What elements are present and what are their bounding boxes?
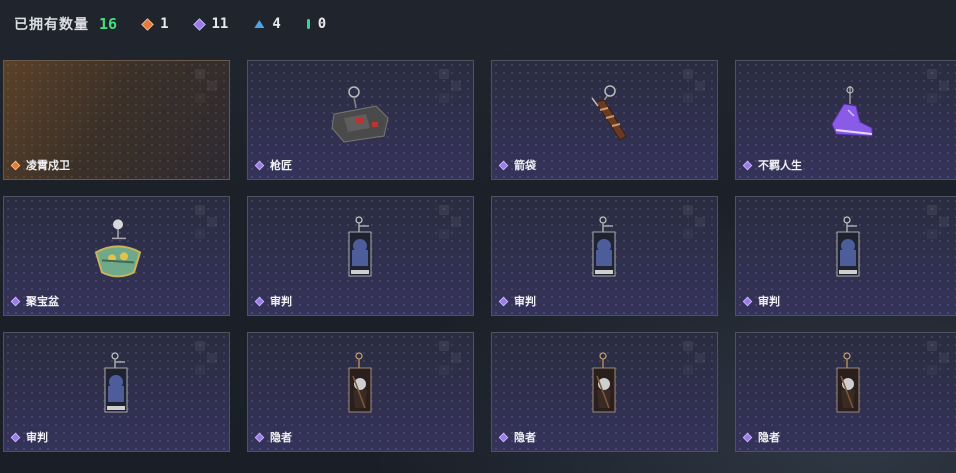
card-name: 审判 <box>758 295 780 308</box>
purple-diamond-icon <box>254 432 265 442</box>
card-name: 不羁人生 <box>758 159 802 172</box>
teal-bar-icon <box>306 19 310 29</box>
judgement-card-keychain-icon <box>348 216 371 277</box>
card-name: 凌霄戍卫 <box>26 159 70 172</box>
orange-diamond-icon <box>10 160 21 170</box>
card-name: 枪匠 <box>270 159 292 172</box>
owned-total-count: 16 <box>99 15 118 33</box>
card-name: 隐者 <box>514 431 536 444</box>
card-name: 隐者 <box>270 431 292 444</box>
purple-diamond-icon <box>254 296 265 306</box>
item-card-9[interactable]: 隐者 <box>247 332 474 452</box>
card-label: 审判 <box>10 429 48 445</box>
card-name: 审判 <box>514 295 536 308</box>
stat-blue-count: 4 <box>272 16 281 32</box>
sneaker-keychain-icon <box>830 86 872 137</box>
purple-diamond-icon <box>498 160 509 170</box>
purple-diamond-icon <box>10 432 21 442</box>
card-label: 隐者 <box>742 429 780 445</box>
purple-diamond-icon <box>742 432 753 442</box>
item-card-11[interactable]: 隐者 <box>735 332 956 452</box>
stat-teal-count: 0 <box>317 16 327 32</box>
card-label: 审判 <box>742 293 780 309</box>
item-card-10[interactable]: 隐者 <box>491 332 718 452</box>
judgement-card-keychain-icon <box>104 352 127 413</box>
purple-diamond-icon <box>192 17 206 31</box>
item-card-1[interactable]: 枪匠 <box>247 60 474 180</box>
item-card-5[interactable]: 审判 <box>247 196 474 316</box>
stat-orange-count: 1 <box>160 16 169 32</box>
judgement-card-keychain-icon <box>836 216 859 277</box>
stat-purple: 11 <box>192 16 229 32</box>
purple-diamond-icon <box>498 432 509 442</box>
card-name: 审判 <box>270 295 292 308</box>
card-label: 不羁人生 <box>742 157 802 173</box>
stat-orange: 1 <box>141 16 169 32</box>
judgement-card-keychain-icon <box>592 216 615 277</box>
item-card-0[interactable]: 凌霄戍卫 <box>3 60 230 180</box>
item-card-7[interactable]: 审判 <box>735 196 956 316</box>
card-label: 隐者 <box>254 429 292 445</box>
purple-diamond-icon <box>254 160 265 170</box>
card-label: 审判 <box>498 293 536 309</box>
purple-diamond-icon <box>498 296 509 306</box>
item-card-8[interactable]: 审判 <box>3 332 230 452</box>
blue-triangle-icon <box>254 20 265 28</box>
stat-purple-count: 11 <box>211 16 229 32</box>
hermit-card-keychain-icon <box>348 352 371 413</box>
treasure-bowl-keychain-icon <box>94 219 141 278</box>
purple-diamond-icon <box>742 160 753 170</box>
card-name: 聚宝盆 <box>26 295 59 308</box>
card-name: 审判 <box>26 431 48 444</box>
card-label: 隐者 <box>498 429 536 445</box>
orange-diamond-icon <box>141 17 154 31</box>
card-name: 隐者 <box>758 431 780 444</box>
crate-keychain-icon <box>330 86 389 143</box>
card-label: 审判 <box>254 293 292 309</box>
card-name: 箭袋 <box>514 159 536 172</box>
card-label: 聚宝盆 <box>10 293 59 309</box>
purple-diamond-icon <box>10 296 21 306</box>
item-card-6[interactable]: 审判 <box>491 196 718 316</box>
card-label: 枪匠 <box>254 157 292 173</box>
item-card-2[interactable]: 箭袋 <box>491 60 718 180</box>
owned-count-title: 已拥有数量 <box>14 17 89 33</box>
purple-diamond-icon <box>742 296 753 306</box>
hermit-card-keychain-icon <box>836 352 859 413</box>
item-card-4[interactable]: 聚宝盆 <box>3 196 230 316</box>
stat-teal: 0 <box>306 16 327 32</box>
stat-blue: 4 <box>254 16 281 32</box>
quiver-keychain-icon <box>590 85 627 141</box>
item-card-3[interactable]: 不羁人生 <box>735 60 956 180</box>
collection-page: 已拥有数量 16 1 11 4 0 凌霄戍卫 枪匠 箭袋 不羁人生 聚宝盆 审判… <box>0 0 956 473</box>
hermit-card-keychain-icon <box>592 352 615 413</box>
card-label: 凌霄戍卫 <box>10 157 70 173</box>
card-label: 箭袋 <box>498 157 536 173</box>
ownership-header: 已拥有数量 16 1 11 4 0 <box>0 0 956 48</box>
